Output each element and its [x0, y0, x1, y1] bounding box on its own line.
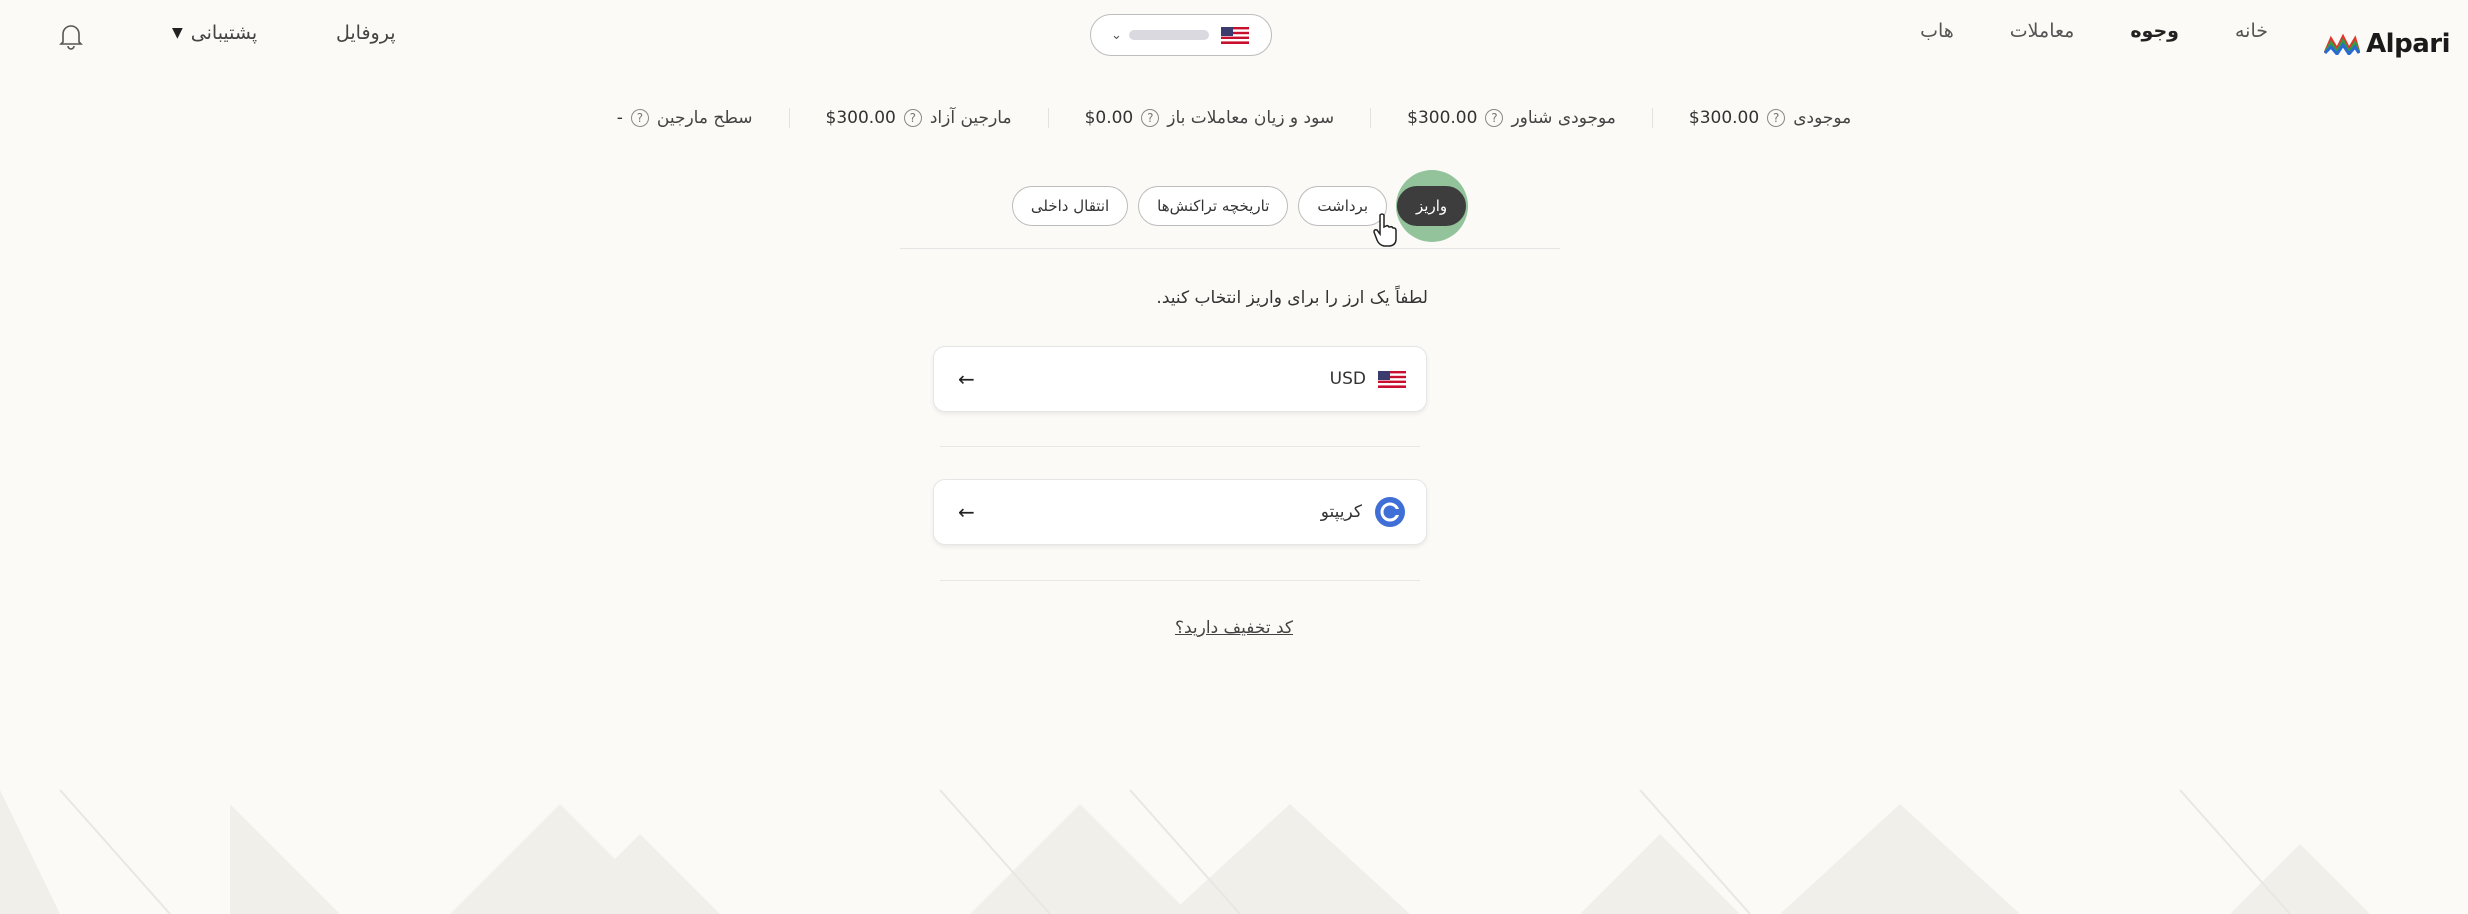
balance-bar: موجودی ? $300.00 موجودی شناور ? $300.00 … — [0, 96, 2468, 140]
balance-label: موجودی — [1793, 108, 1852, 128]
tabs-divider — [900, 248, 1560, 249]
currency-option-usd[interactable]: ← USD — [933, 346, 1427, 412]
account-selector[interactable]: ⌄ — [1090, 14, 1272, 56]
open-pnl-value: $0.00 — [1084, 108, 1134, 128]
support-menu[interactable]: پشتیبانی ▼ — [172, 22, 257, 44]
separator — [940, 446, 1420, 447]
free-margin-label: مارجین آزاد — [929, 108, 1012, 128]
arrow-left-icon: ← — [958, 500, 975, 524]
logo-text: Alpari — [2366, 29, 2450, 59]
currency-option-crypto[interactable]: ← کریپتو — [933, 479, 1427, 545]
main-nav: خانه وجوه معاملات هاب — [1920, 20, 2268, 42]
open-pnl-item: سود و زیان معاملات باز ? $0.00 — [1049, 108, 1372, 128]
deposit-prompt: لطفاً یک ارز را برای واریز انتخاب کنید. — [1156, 288, 1428, 308]
profile-link[interactable]: پروفایل — [336, 22, 396, 44]
free-margin-value: $300.00 — [825, 108, 896, 128]
arrow-left-icon: ← — [958, 367, 975, 391]
margin-level-label: سطح مارجین — [656, 108, 753, 128]
nav-item-hub[interactable]: هاب — [1920, 20, 1954, 42]
equity-label: موجودی شناور — [1511, 108, 1616, 128]
tab-transaction-history[interactable]: تاریخچه تراکنش‌ها — [1138, 186, 1289, 226]
top-header: Alpari خانه وجوه معاملات هاب ⌄ پروفایل پ… — [0, 0, 2468, 70]
promo-code-link[interactable]: کد تخفیف دارید؟ — [1175, 618, 1293, 638]
nav-item-trading[interactable]: معاملات — [2010, 20, 2075, 42]
support-label: پشتیبانی — [190, 22, 258, 44]
tab-deposit[interactable]: واریز — [1397, 186, 1467, 226]
equity-value: $300.00 — [1407, 108, 1478, 128]
currency-label: کریپتو — [1320, 502, 1362, 522]
chevron-down-icon: ▼ — [172, 25, 183, 41]
us-flag-icon — [1221, 26, 1249, 44]
chevron-down-icon: ⌄ — [1111, 27, 1122, 43]
margin-level-item: سطح مارجین ? - — [581, 108, 790, 128]
balance-value: $300.00 — [1688, 108, 1760, 128]
nav-item-funds[interactable]: وجوه — [2130, 20, 2179, 42]
tab-internal-transfer[interactable]: انتقال داخلی — [1011, 186, 1129, 226]
currency-label: USD — [1329, 369, 1366, 389]
background-decoration — [0, 790, 2370, 914]
info-icon[interactable]: ? — [1141, 109, 1160, 127]
margin-level-value: - — [616, 108, 623, 128]
info-icon[interactable]: ? — [1485, 109, 1504, 127]
alpari-logo[interactable]: Alpari — [2324, 26, 2450, 62]
open-pnl-label: سود و زیان معاملات باز — [1167, 108, 1335, 128]
free-margin-item: مارجین آزاد ? $300.00 — [790, 108, 1049, 128]
balance-item: موجودی ? $300.00 — [1653, 108, 1887, 128]
info-icon[interactable]: ? — [1767, 109, 1786, 127]
nav-item-home[interactable]: خانه — [2235, 20, 2268, 42]
funds-tabs: واریز برداشت تاریخچه تراکنش‌ها انتقال دا… — [0, 186, 2468, 226]
us-flag-icon — [1378, 370, 1406, 388]
info-icon[interactable]: ? — [903, 109, 922, 127]
hand-cursor-icon — [1373, 213, 1397, 247]
alpari-logo-icon — [2324, 33, 2361, 55]
masked-account-number — [1129, 30, 1209, 40]
info-icon[interactable]: ? — [630, 109, 649, 127]
equity-item: موجودی شناور ? $300.00 — [1371, 108, 1653, 128]
bell-icon[interactable] — [58, 22, 84, 50]
crypto-coin-icon — [1375, 497, 1405, 527]
separator — [940, 580, 1420, 581]
promo-code-row: کد تخفیف دارید؟ — [0, 618, 2468, 638]
